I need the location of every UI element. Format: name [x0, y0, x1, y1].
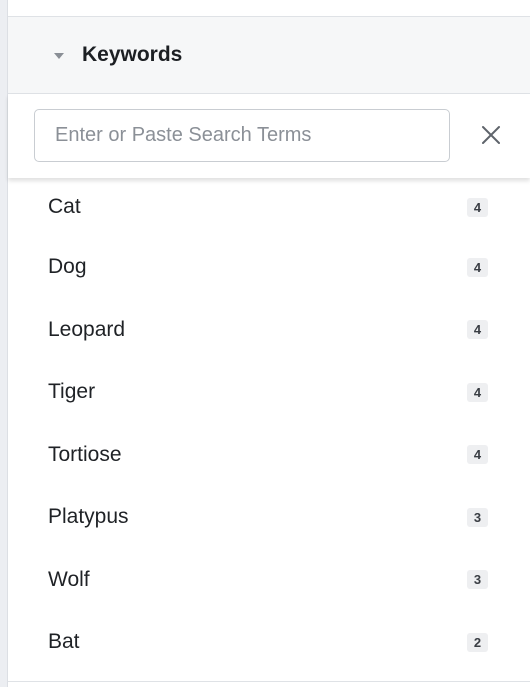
keywords-section-header[interactable]: Keywords: [8, 17, 530, 94]
keyword-item[interactable]: Platypus 3: [8, 486, 530, 549]
panel-bottom-divider: [8, 681, 530, 682]
search-terms-input[interactable]: [34, 109, 450, 162]
keyword-item[interactable]: Wolf 3: [8, 549, 530, 612]
count-badge: 4: [467, 197, 488, 217]
count-badge: 3: [467, 507, 488, 527]
keyword-item[interactable]: Tortiose 4: [8, 424, 530, 487]
search-row: [8, 94, 530, 178]
keyword-label: Bat: [48, 630, 80, 654]
count-badge: 4: [467, 445, 488, 465]
keyword-item[interactable]: Cat 4: [8, 178, 530, 236]
count-badge: 4: [467, 320, 488, 340]
count-badge: 2: [467, 632, 488, 652]
keywords-panel: Keywords Cat 4 Dog 4 Leopard 4: [8, 0, 530, 687]
keyword-label: Tortiose: [48, 442, 122, 466]
count-badge: 4: [467, 382, 488, 402]
keyword-list: Cat 4 Dog 4 Leopard 4 Tiger 4 Tortiose 4…: [8, 178, 530, 674]
keyword-label: Leopard: [48, 317, 126, 341]
keyword-item[interactable]: Tiger 4: [8, 361, 530, 424]
close-icon: [482, 126, 500, 144]
keyword-label: Cat: [48, 195, 81, 218]
keyword-item[interactable]: Bat 2: [8, 611, 530, 674]
keyword-label: Wolf: [48, 567, 90, 591]
keyword-label: Platypus: [48, 505, 129, 529]
left-rail: [0, 0, 8, 687]
keyword-label: Tiger: [48, 380, 96, 404]
page: Keywords Cat 4 Dog 4 Leopard 4: [0, 0, 530, 687]
clear-search-button[interactable]: [469, 113, 513, 157]
keyword-label: Dog: [48, 255, 87, 279]
panel-top-strip: [8, 0, 530, 17]
count-badge: 4: [467, 257, 488, 277]
section-title: Keywords: [82, 43, 183, 66]
keyword-item[interactable]: Dog 4: [8, 236, 530, 299]
count-badge: 3: [467, 570, 488, 590]
caret-down-icon: [54, 52, 64, 59]
keyword-item[interactable]: Leopard 4: [8, 299, 530, 362]
